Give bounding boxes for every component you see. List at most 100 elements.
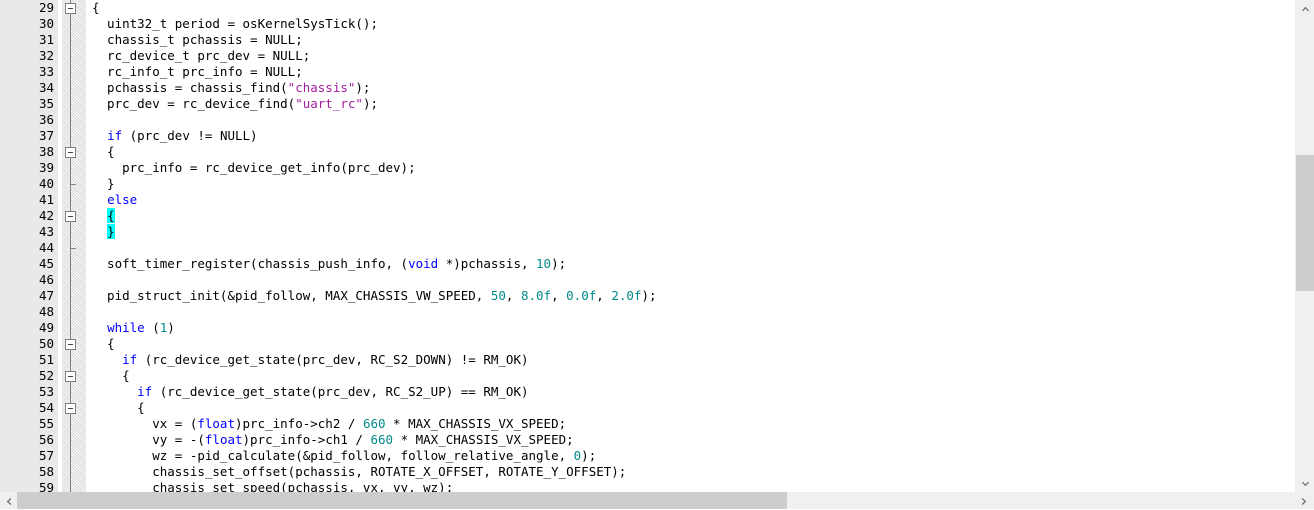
fold-collapse-icon[interactable] — [65, 211, 76, 222]
code-line[interactable]: 50 { — [0, 336, 1294, 352]
code-token-plain: chassis_set_speed(pchassis, vx, vy, wz); — [92, 480, 454, 492]
code-token-plain: chassis_set_offset(pchassis, ROTATE_X_OF… — [92, 464, 627, 479]
fold-gutter-cell[interactable] — [62, 208, 86, 224]
fold-guide-line — [70, 480, 71, 492]
code-line[interactable]: 37 if (prc_dev != NULL) — [0, 128, 1294, 144]
code-line-text: else — [92, 192, 137, 208]
code-token-kw: if — [122, 352, 138, 367]
code-line[interactable]: 51 if (rc_device_get_state(prc_dev, RC_S… — [0, 352, 1294, 368]
code-line-text: pid_struct_init(&pid_follow, MAX_CHASSIS… — [92, 288, 656, 304]
code-token-brace: { — [107, 208, 115, 223]
line-number: 39 — [0, 160, 58, 176]
code-editor-text-area[interactable]: 29 {30 uint32_t period = osKernelSysTick(… — [0, 0, 1294, 492]
fold-guide-line — [70, 16, 71, 32]
fold-guide-line — [70, 304, 71, 320]
code-line-text: chassis_set_speed(pchassis, vx, vy, wz); — [92, 480, 453, 492]
code-line[interactable]: 47 pid_struct_init(&pid_follow, MAX_CHAS… — [0, 288, 1294, 304]
vertical-scrollbar-thumb[interactable] — [1296, 155, 1314, 291]
line-number: 31 — [0, 32, 58, 48]
code-line[interactable]: 48 — [0, 304, 1294, 320]
fold-gutter-cell[interactable] — [62, 0, 86, 16]
code-token-kw: else — [107, 192, 138, 207]
line-number: 41 — [0, 192, 58, 208]
fold-gutter-cell[interactable] — [62, 400, 86, 416]
fold-gutter-cell — [62, 32, 86, 48]
code-line[interactable]: 54 { — [0, 400, 1294, 416]
code-line[interactable]: 30 uint32_t period = osKernelSysTick(); — [0, 16, 1294, 32]
code-line[interactable]: 38 { — [0, 144, 1294, 160]
vertical-scrollbar[interactable] — [1294, 0, 1314, 492]
code-token-plain: ( — [144, 320, 160, 335]
code-line[interactable]: 46 — [0, 272, 1294, 288]
code-line-text: { — [92, 400, 145, 416]
fold-gutter-cell[interactable] — [62, 336, 86, 352]
line-number: 52 — [0, 368, 58, 384]
code-token-plain: * MAX_CHASSIS_VX_SPEED; — [385, 416, 567, 431]
code-line-text: wz = -pid_calculate(&pid_follow, follow_… — [92, 448, 596, 464]
code-line[interactable]: 52 { — [0, 368, 1294, 384]
code-line-text: chassis_set_offset(pchassis, ROTATE_X_OF… — [92, 464, 626, 480]
code-token-plain: uint32_t period = osKernelSysTick(); — [92, 16, 378, 31]
code-token-plain: wz = -pid_calculate(&pid_follow, follow_… — [92, 448, 574, 463]
code-token-plain: (prc_dev != NULL) — [122, 128, 258, 143]
code-line[interactable]: 57 wz = -pid_calculate(&pid_follow, foll… — [0, 448, 1294, 464]
code-line-text: prc_dev = rc_device_find("uart_rc"); — [92, 96, 378, 112]
fold-collapse-icon[interactable] — [65, 147, 76, 158]
code-line[interactable]: 44 — [0, 240, 1294, 256]
code-token-num: 660 — [362, 416, 386, 431]
fold-collapse-icon[interactable] — [65, 403, 76, 414]
code-token-kw: void — [408, 256, 439, 271]
scroll-down-button[interactable] — [1295, 475, 1314, 492]
fold-gutter-cell — [62, 64, 86, 80]
code-line[interactable]: 29 { — [0, 0, 1294, 16]
fold-gutter-cell[interactable] — [62, 368, 86, 384]
code-line[interactable]: 39 prc_info = rc_device_get_info(prc_dev… — [0, 160, 1294, 176]
code-token-num: 50 — [490, 288, 506, 303]
fold-gutter-cell — [62, 160, 86, 176]
code-line-text: chassis_t pchassis = NULL; — [92, 32, 303, 48]
code-line-text: pchassis = chassis_find("chassis"); — [92, 80, 370, 96]
code-line[interactable]: 41 else — [0, 192, 1294, 208]
code-line[interactable]: 53 if (rc_device_get_state(prc_dev, RC_S… — [0, 384, 1294, 400]
horizontal-scrollbar[interactable] — [0, 492, 1294, 509]
code-line[interactable]: 31 chassis_t pchassis = NULL; — [0, 32, 1294, 48]
fold-region-end-marker — [70, 248, 76, 249]
fold-collapse-icon[interactable] — [65, 3, 76, 14]
code-line-text: vx = (float)prc_info->ch2 / 660 * MAX_CH… — [92, 416, 566, 432]
fold-gutter-cell — [62, 304, 86, 320]
fold-gutter-cell — [62, 480, 86, 492]
line-number: 49 — [0, 320, 58, 336]
code-line[interactable]: 35 prc_dev = rc_device_find("uart_rc"); — [0, 96, 1294, 112]
code-token-plain: * MAX_CHASSIS_VX_SPEED; — [393, 432, 574, 447]
fold-gutter-cell — [62, 48, 86, 64]
code-line[interactable]: 55 vx = (float)prc_info->ch2 / 660 * MAX… — [0, 416, 1294, 432]
scroll-up-button[interactable] — [1295, 0, 1314, 17]
fold-guide-line — [70, 288, 71, 304]
code-line[interactable]: 56 vy = -(float)prc_info->ch1 / 660 * MA… — [0, 432, 1294, 448]
code-line[interactable]: 59 chassis_set_speed(pchassis, vx, vy, w… — [0, 480, 1294, 492]
fold-gutter-cell — [62, 16, 86, 32]
code-line[interactable]: 33 rc_info_t prc_info = NULL; — [0, 64, 1294, 80]
code-token-kw: while — [107, 320, 145, 335]
horizontal-scrollbar-thumb[interactable] — [17, 492, 787, 509]
code-line[interactable]: 32 rc_device_t prc_dev = NULL; — [0, 48, 1294, 64]
fold-guide-line — [70, 320, 71, 336]
code-line[interactable]: 40 } — [0, 176, 1294, 192]
code-token-plain: ); — [355, 80, 371, 95]
code-line[interactable]: 42 { — [0, 208, 1294, 224]
fold-collapse-icon[interactable] — [65, 339, 76, 350]
code-token-plain: pid_struct_init(&pid_follow, MAX_CHASSIS… — [92, 288, 491, 303]
fold-gutter-cell[interactable] — [62, 144, 86, 160]
scroll-left-button[interactable] — [0, 492, 17, 509]
code-line[interactable]: 43 } — [0, 224, 1294, 240]
fold-collapse-icon[interactable] — [65, 371, 76, 382]
scroll-right-button[interactable] — [1294, 492, 1314, 509]
code-line[interactable]: 36 — [0, 112, 1294, 128]
code-line[interactable]: 49 while (1) — [0, 320, 1294, 336]
code-line[interactable]: 34 pchassis = chassis_find("chassis"); — [0, 80, 1294, 96]
fold-guide-line — [70, 160, 71, 176]
fold-gutter-cell — [62, 256, 86, 272]
code-line[interactable]: 58 chassis_set_offset(pchassis, ROTATE_X… — [0, 464, 1294, 480]
code-line[interactable]: 45 soft_timer_register(chassis_push_info… — [0, 256, 1294, 272]
code-line-text: soft_timer_register(chassis_push_info, (… — [92, 256, 566, 272]
